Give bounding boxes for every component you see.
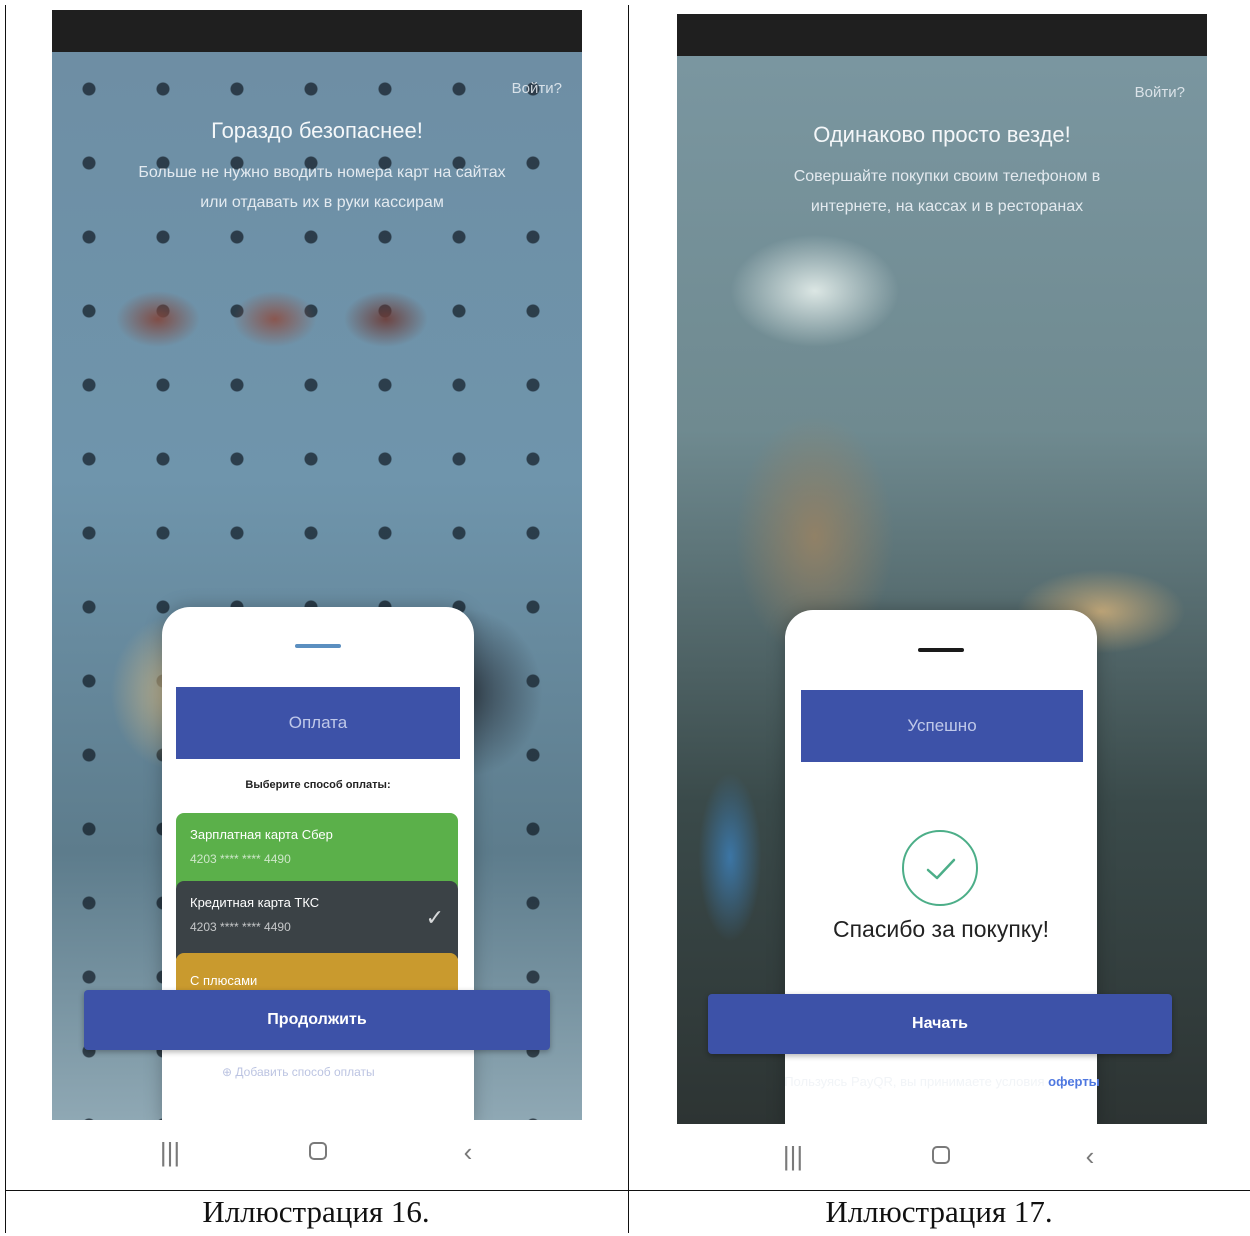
status-bar: [677, 14, 1207, 56]
nav-bar-17: ||| ‹: [677, 1126, 1207, 1186]
add-payment-method[interactable]: ⊕ Добавить способ оплаты: [222, 1065, 375, 1079]
headline: Одинаково просто везде!: [813, 122, 1071, 147]
plus-icon: ⊕: [222, 1065, 233, 1079]
app-bar: Оплата: [176, 687, 460, 759]
back-icon[interactable]: ‹: [1070, 1126, 1110, 1186]
phone-notch: [295, 644, 341, 648]
payment-method-label: Выберите способ оплаты:: [245, 779, 391, 791]
terms-text: Пользуясь PayQR, вы принимаете условия о…: [677, 1074, 1207, 1089]
home-icon[interactable]: [309, 1142, 327, 1160]
recents-icon[interactable]: |||: [150, 1122, 190, 1182]
phone-notch: [918, 648, 964, 652]
back-icon[interactable]: ‹: [448, 1122, 488, 1182]
app-bar: Успешно: [801, 690, 1083, 762]
column-divider: [628, 5, 629, 1233]
card-name: Кредитная карта ТКС: [190, 895, 320, 910]
check-icon: ✓: [425, 905, 444, 930]
card-name: С плюсами: [190, 973, 258, 988]
status-bar: [52, 10, 582, 52]
subtext: Совершайте покупки своим телефоном в инт…: [793, 168, 1101, 215]
subtext: Больше не нужно вводить номера карт на с…: [138, 164, 506, 211]
screen-17: Войти? Одинаково просто везде! Совершайт…: [677, 14, 1207, 1124]
headline: Гораздо безопаснее!: [211, 118, 423, 143]
thanks-message: Спасибо за покупку!: [832, 916, 1050, 942]
caption-divider: [5, 1190, 1250, 1191]
start-button[interactable]: Начать: [708, 994, 1172, 1054]
card-name: Зарплатная карта Сбер: [190, 827, 333, 842]
caption-17: Иллюстрация 17.: [825, 1194, 1053, 1229]
screen-16: Войти? Гораздо безопаснее! Больше не нуж…: [52, 10, 582, 1120]
card-number: 4203 **** **** 4490: [190, 920, 291, 934]
caption-16: Иллюстрация 16.: [202, 1194, 430, 1229]
recents-icon[interactable]: |||: [773, 1126, 813, 1186]
continue-button[interactable]: Продолжить: [84, 990, 550, 1050]
add-method-label: Добавить способ оплаты: [235, 1065, 375, 1079]
nav-bar-16: ||| ‹: [52, 1122, 582, 1182]
login-link[interactable]: Войти?: [512, 80, 562, 97]
home-icon[interactable]: [932, 1146, 950, 1164]
terms-offer-link[interactable]: оферты: [1048, 1074, 1100, 1089]
card-number: 4203 **** **** 4490: [190, 852, 291, 866]
login-link[interactable]: Войти?: [1135, 84, 1185, 101]
terms-prefix: Пользуясь PayQR, вы принимаете условия: [784, 1074, 1045, 1089]
success-check-icon: [902, 830, 978, 906]
